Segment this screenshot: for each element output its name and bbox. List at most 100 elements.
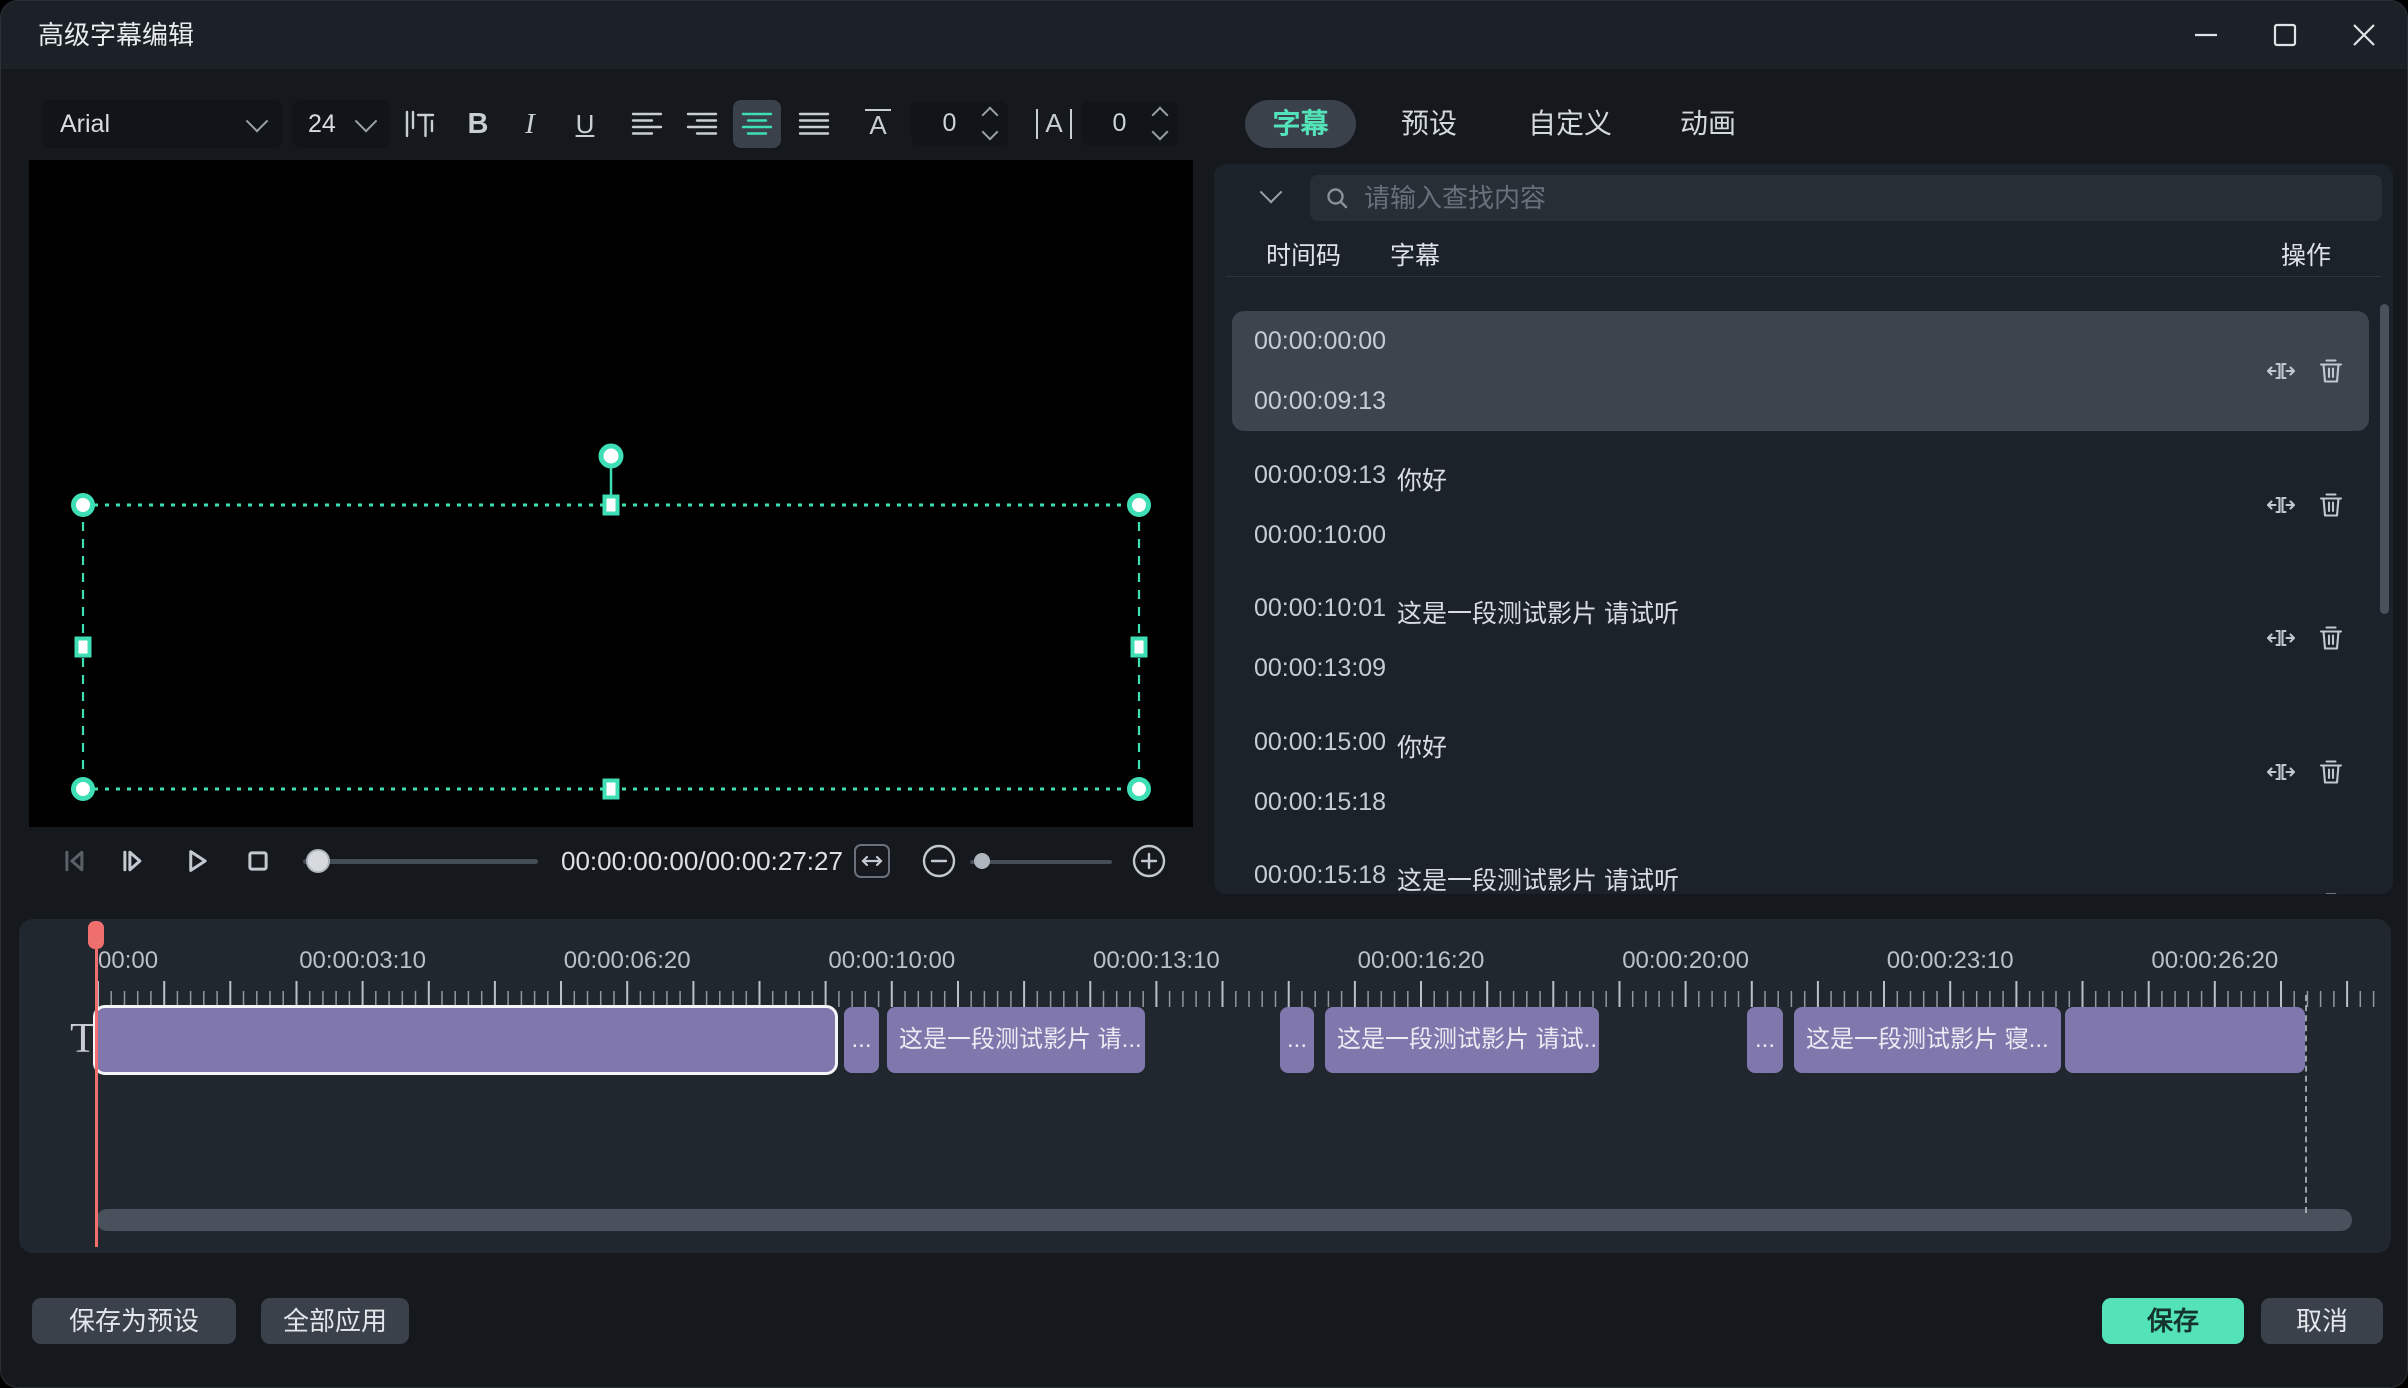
- align-justify-icon: [798, 109, 830, 139]
- timeline-clip[interactable]: ...: [844, 1007, 879, 1073]
- maximize-button[interactable]: [2260, 10, 2310, 60]
- timeline-clip[interactable]: 这是一段测试影片 寝...: [1794, 1007, 2061, 1073]
- timeline-clip-label: 这是一段测试影片 请试...: [1337, 1026, 1599, 1053]
- tab-presets[interactable]: 预设: [1396, 100, 1462, 148]
- fit-to-window-button[interactable]: [854, 844, 890, 878]
- apply-all-button[interactable]: 全部应用: [261, 1298, 409, 1344]
- split-subtitle-button[interactable]: [2265, 355, 2297, 387]
- resize-handle-bottom-right[interactable]: [1130, 780, 1149, 799]
- delete-subtitle-button[interactable]: [2315, 622, 2347, 654]
- timeline-zoom-track[interactable]: [970, 860, 1112, 864]
- delete-subtitle-button[interactable]: [2315, 355, 2347, 387]
- preview-canvas[interactable]: [29, 160, 1193, 827]
- line-spacing-stepper[interactable]: 0: [911, 101, 1008, 146]
- save-button[interactable]: 保存: [2102, 1298, 2244, 1344]
- bold-button[interactable]: B: [454, 100, 502, 148]
- timeline-clip[interactable]: 这是一段测试影片 请...: [887, 1007, 1145, 1073]
- subtitle-text[interactable]: 你好: [1397, 461, 1447, 497]
- align-left-button[interactable]: [623, 100, 671, 148]
- subtitle-end-timecode[interactable]: 00:00:15:18: [1254, 788, 1386, 817]
- subtitle-text[interactable]: 这是一段测试影片 请试听: [1397, 594, 1679, 630]
- close-button[interactable]: [2339, 10, 2389, 60]
- subtitle-text[interactable]: 你好: [1397, 728, 1447, 764]
- subtitle-start-timecode[interactable]: 00:00:15:18: [1254, 861, 1386, 890]
- play-button[interactable]: [179, 843, 215, 879]
- resize-handle-right-middle[interactable]: [1133, 639, 1146, 656]
- align-center-button[interactable]: [733, 100, 781, 148]
- italic-button[interactable]: I: [506, 100, 554, 148]
- playhead-line[interactable]: [95, 923, 98, 1247]
- stop-button[interactable]: [240, 843, 276, 879]
- timeline-clip[interactable]: 这是一段测试影片 请试...: [1325, 1007, 1599, 1073]
- timeline-zoom-in-button[interactable]: [1131, 843, 1167, 879]
- rotate-handle[interactable]: [601, 446, 621, 466]
- line-spacing-button[interactable]: A: [854, 100, 902, 148]
- resize-handle-bottom-center[interactable]: [605, 781, 618, 798]
- split-subtitle-button[interactable]: [2265, 489, 2297, 521]
- subtitle-start-timecode[interactable]: 00:00:15:00: [1254, 728, 1386, 757]
- stepper-arrows[interactable]: [978, 103, 1008, 144]
- tab-subtitle[interactable]: 字幕: [1245, 100, 1356, 148]
- subtitle-row[interactable]: 00:00:10:01 00:00:13:09 这是一段测试影片 请试听: [1232, 578, 2369, 698]
- tab-animation[interactable]: 动画: [1677, 100, 1739, 148]
- ruler-label: 00:00:10:00: [828, 947, 955, 975]
- align-right-button[interactable]: [678, 100, 726, 148]
- underline-button[interactable]: U: [561, 100, 609, 148]
- font-size-select[interactable]: 24: [292, 100, 390, 148]
- horizontal-scrollbar-thumb[interactable]: [96, 1209, 2352, 1231]
- split-subtitle-button[interactable]: [2265, 889, 2297, 894]
- align-justify-button[interactable]: [790, 100, 838, 148]
- save-as-preset-button[interactable]: 保存为预设: [32, 1298, 236, 1344]
- split-subtitle-button[interactable]: [2265, 756, 2297, 788]
- subtitle-row[interactable]: 00:00:00:00 00:00:09:13: [1232, 311, 2369, 431]
- subtitle-row[interactable]: 00:00:15:00 00:00:15:18 你好: [1232, 712, 2369, 832]
- close-icon: [2350, 21, 2378, 49]
- playback-progress-thumb[interactable]: [306, 849, 330, 873]
- subtitle-start-timecode[interactable]: 00:00:10:01: [1254, 594, 1386, 623]
- subtitle-end-timecode[interactable]: 00:00:10:00: [1254, 521, 1386, 550]
- timeline-clip[interactable]: [93, 1005, 838, 1075]
- search-input[interactable]: [1362, 182, 2368, 215]
- font-family-select[interactable]: Arial: [42, 100, 283, 148]
- resize-handle-left-middle[interactable]: [77, 639, 90, 656]
- delete-subtitle-button[interactable]: [2315, 756, 2347, 788]
- vertical-text-button[interactable]: [395, 100, 443, 148]
- cancel-button[interactable]: 取消: [2261, 1298, 2383, 1344]
- delete-icon: [2316, 757, 2346, 787]
- playback-progress-track[interactable]: [303, 859, 538, 864]
- resize-handle-bottom-left[interactable]: [74, 780, 93, 799]
- resize-handle-top-center[interactable]: [605, 497, 618, 514]
- resize-handle-top-right[interactable]: [1130, 496, 1149, 515]
- subtitle-start-timecode[interactable]: 00:00:00:00: [1254, 327, 1386, 356]
- subtitle-row[interactable]: 00:00:15:18 这是一段测试影片 请试听: [1232, 845, 2369, 894]
- delete-subtitle-button[interactable]: [2315, 489, 2347, 521]
- subtitle-end-timecode[interactable]: 00:00:09:13: [1254, 387, 1386, 416]
- delete-subtitle-button[interactable]: [2315, 889, 2347, 894]
- tab-custom[interactable]: 自定义: [1525, 100, 1615, 148]
- collapse-search-button[interactable]: [1256, 182, 1286, 208]
- minimize-button[interactable]: [2181, 10, 2231, 60]
- letter-spacing-button[interactable]: A: [1030, 100, 1078, 148]
- next-frame-button[interactable]: [115, 843, 151, 879]
- previous-frame-button[interactable]: [57, 843, 93, 879]
- resize-handle-top-left[interactable]: [74, 496, 93, 515]
- ruler-label: 00:00:20:00: [1622, 947, 1749, 975]
- subtitle-text[interactable]: 这是一段测试影片 请试听: [1397, 861, 1679, 894]
- timeline-clip[interactable]: ...: [1747, 1007, 1783, 1073]
- text-selection-box[interactable]: [29, 160, 1193, 827]
- playhead-handle[interactable]: [88, 921, 104, 949]
- split-subtitle-button[interactable]: [2265, 622, 2297, 654]
- letter-spacing-stepper[interactable]: 0: [1081, 101, 1178, 146]
- timeline-clip[interactable]: [2065, 1007, 2305, 1073]
- timeline-zoom-out-button[interactable]: [921, 843, 957, 879]
- stepper-arrows[interactable]: [1148, 103, 1178, 144]
- subtitle-end-timecode[interactable]: 00:00:13:09: [1254, 654, 1386, 683]
- timeline-clip[interactable]: ...: [1280, 1007, 1314, 1073]
- subtitle-row-actions: [2265, 845, 2347, 894]
- split-subtitle-icon: [2265, 890, 2297, 894]
- subtitle-start-timecode[interactable]: 00:00:09:13: [1254, 461, 1386, 490]
- vertical-scrollbar-thumb[interactable]: [2380, 304, 2389, 614]
- timeline-zoom-thumb[interactable]: [974, 853, 990, 869]
- search-bar[interactable]: [1310, 175, 2382, 221]
- subtitle-row[interactable]: 00:00:09:13 00:00:10:00 你好: [1232, 445, 2369, 565]
